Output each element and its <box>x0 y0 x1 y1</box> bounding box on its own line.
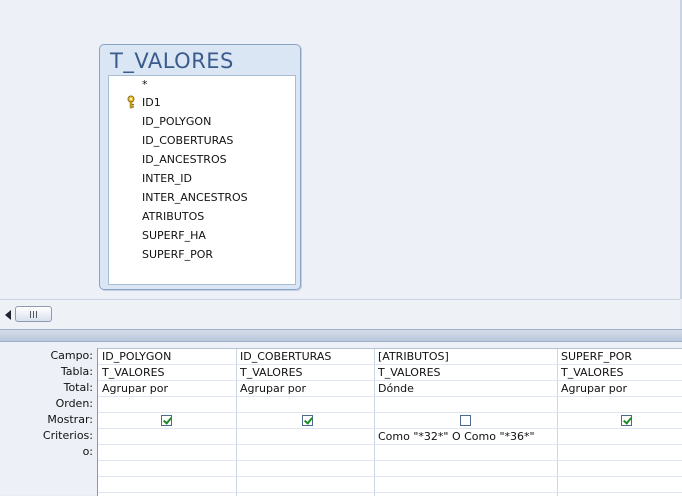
show-checkbox[interactable] <box>460 415 471 426</box>
grid-cell-o[interactable] <box>557 445 682 461</box>
grid-cell-orden[interactable] <box>557 397 682 413</box>
field-item-id-polygon[interactable]: ID_POLYGON <box>142 113 211 131</box>
pane-splitter[interactable] <box>0 329 682 342</box>
grid-cell-empty[interactable] <box>557 461 682 477</box>
table-design-pane: T_VALORES * ID1 ID_POLYGON ID_COBERTURAS… <box>0 0 682 299</box>
row-label-tabla: Tabla: <box>60 365 93 378</box>
grid-cell-total[interactable]: Agrupar por <box>236 381 374 397</box>
field-item-id-coberturas[interactable]: ID_COBERTURAS <box>142 132 233 150</box>
table-title[interactable]: T_VALORES <box>110 49 234 73</box>
grid-cell-campo[interactable]: ID_COBERTURAS <box>236 349 374 365</box>
grid-cell-empty[interactable] <box>98 477 236 493</box>
grid-cell-orden[interactable] <box>374 397 557 413</box>
grid-cell-tabla[interactable]: T_VALORES <box>557 365 682 381</box>
grid-cell-mostrar[interactable] <box>557 413 682 429</box>
grip-line <box>33 311 34 318</box>
grip-line <box>36 311 37 318</box>
grid-cell-campo[interactable]: SUPERF_POR <box>557 349 682 365</box>
grid-cell-criterios[interactable]: Como "*32*" O Como "*36*" <box>374 429 557 445</box>
grid-cell-total[interactable]: Agrupar por <box>98 381 236 397</box>
row-label-o: o: <box>82 445 93 458</box>
grid-cell-campo[interactable]: [ATRIBUTOS] <box>374 349 557 365</box>
grid-column-1: ID_POLYGON T_VALORES Agrupar por <box>98 349 237 496</box>
field-item-id1[interactable]: ID1 <box>142 94 161 112</box>
grid-cell-total[interactable]: Dónde <box>374 381 557 397</box>
key-icon <box>125 95 137 109</box>
grid-cell-criterios[interactable] <box>98 429 236 445</box>
field-item-all[interactable]: * <box>142 76 148 94</box>
grip-line <box>30 311 31 318</box>
row-label-campo: Campo: <box>50 349 93 362</box>
grid-cell-tabla[interactable]: T_VALORES <box>98 365 236 381</box>
grid-cell-tabla[interactable]: T_VALORES <box>236 365 374 381</box>
grid-cell-empty[interactable] <box>98 461 236 477</box>
grid-cell-mostrar[interactable] <box>98 413 236 429</box>
grid-cell-mostrar[interactable] <box>236 413 374 429</box>
grid-column-2: ID_COBERTURAS T_VALORES Agrupar por <box>236 349 375 496</box>
field-item-inter-ancestros[interactable]: INTER_ANCESTROS <box>142 189 248 207</box>
show-checkbox[interactable] <box>161 415 172 426</box>
grid-cell-criterios[interactable] <box>557 429 682 445</box>
grid-cell-o[interactable] <box>236 445 374 461</box>
grid-cell-orden[interactable] <box>98 397 236 413</box>
field-item-superf-ha[interactable]: SUPERF_HA <box>142 227 206 245</box>
grid-cell-mostrar[interactable] <box>374 413 557 429</box>
field-item-inter-id[interactable]: INTER_ID <box>142 170 192 188</box>
grid-cell-o[interactable] <box>374 445 557 461</box>
scroll-thumb[interactable] <box>15 306 52 322</box>
grid-column-4: SUPERF_POR T_VALORES Agrupar por <box>557 349 682 496</box>
field-item-superf-por[interactable]: SUPERF_POR <box>142 246 213 264</box>
grid-cell-total[interactable]: Agrupar por <box>557 381 682 397</box>
row-label-mostrar: Mostrar: <box>47 413 93 426</box>
grid-cell-empty[interactable] <box>374 461 557 477</box>
row-label-total: Total: <box>63 381 93 394</box>
show-checkbox[interactable] <box>302 415 313 426</box>
grid-column-3: [ATRIBUTOS] T_VALORES Dónde Como "*32*" … <box>374 349 558 496</box>
grid-cell-criterios[interactable] <box>236 429 374 445</box>
grid-cell-tabla[interactable]: T_VALORES <box>374 365 557 381</box>
grid-cell-empty[interactable] <box>236 461 374 477</box>
row-label-criterios: Criterios: <box>42 429 93 442</box>
field-list: * ID1 ID_POLYGON ID_COBERTURAS ID_ANCEST… <box>108 75 296 285</box>
horizontal-scrollbar[interactable] <box>0 299 680 330</box>
grid-cell-empty[interactable] <box>236 477 374 493</box>
field-item-id-ancestros[interactable]: ID_ANCESTROS <box>142 151 227 169</box>
grid-cell-campo[interactable]: ID_POLYGON <box>98 349 236 365</box>
grid-cell-orden[interactable] <box>236 397 374 413</box>
row-label-orden: Orden: <box>55 397 93 410</box>
query-design-grid: ID_POLYGON T_VALORES Agrupar por ID_COBE… <box>97 348 682 496</box>
grid-cell-empty[interactable] <box>374 477 557 493</box>
query-grid-pane: Campo: Tabla: Total: Orden: Mostrar: Cri… <box>0 342 682 496</box>
arrow-left-icon[interactable] <box>5 310 11 320</box>
table-field-list-window[interactable]: T_VALORES * ID1 ID_POLYGON ID_COBERTURAS… <box>99 44 301 290</box>
field-item-atributos[interactable]: ATRIBUTOS <box>142 208 204 226</box>
grid-cell-o[interactable] <box>98 445 236 461</box>
grid-cell-empty[interactable] <box>557 477 682 493</box>
show-checkbox[interactable] <box>621 415 632 426</box>
